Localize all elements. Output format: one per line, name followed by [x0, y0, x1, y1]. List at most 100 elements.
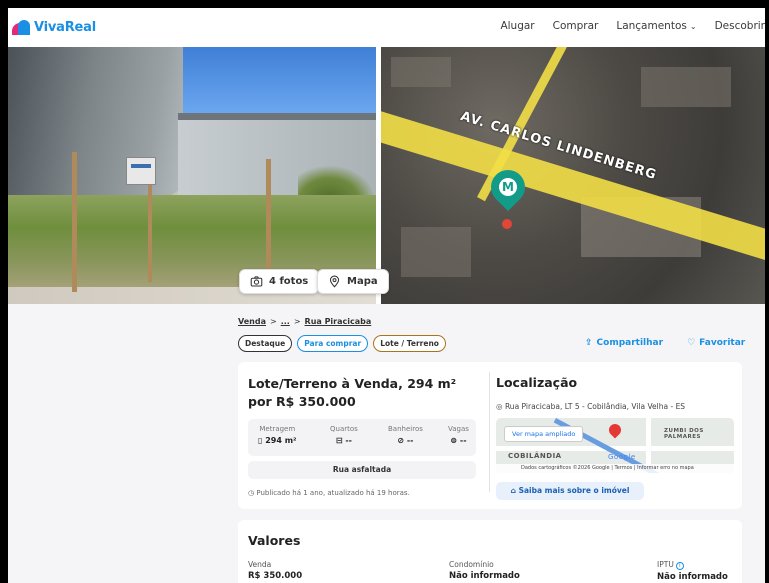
tag-destaque: Destaque: [238, 335, 293, 352]
stat-label: Vagas: [448, 425, 469, 433]
listing-card: Lote/Terreno à Venda, 294 m² por R$ 350.…: [238, 362, 742, 509]
fence-pole: [72, 152, 77, 292]
map-button[interactable]: Mapa: [317, 269, 389, 294]
camera-icon: [250, 276, 263, 287]
stat-value: ⊜ --: [448, 436, 469, 445]
nav-descobrir[interactable]: Descobrir: [715, 20, 765, 32]
tag-lote-terreno: Lote / Terreno: [373, 335, 446, 352]
shower-icon: ⊘: [397, 436, 405, 445]
map-footer[interactable]: Dados cartográficos ©2026 Google | Termo…: [496, 464, 734, 473]
stat-value-text: --: [459, 436, 467, 445]
more-info-button[interactable]: ⌂ Saiba mais sobre o imóvel: [496, 482, 644, 500]
fence-pole: [148, 182, 152, 282]
map-zumbi-label: ZUMBI DOS PALMARES: [664, 428, 704, 440]
stat-value: ⊘ --: [388, 436, 423, 445]
stat-value: ⊟ --: [330, 436, 358, 445]
value-iptu: IPTU i Não informado: [657, 560, 728, 582]
chevron-down-icon: ⌄: [689, 22, 697, 31]
nav-lancamentos[interactable]: Lançamentos ⌄: [616, 20, 696, 32]
top-header: VivaReal Alugar Comprar Lançamentos ⌄ Des…: [8, 8, 765, 47]
published-info: ◷ Publicado há 1 ano, atualizado há 19 h…: [248, 489, 410, 497]
breadcrumb-street[interactable]: Rua Piracicaba: [305, 317, 372, 326]
stat-quartos: Quartos ⊟ --: [330, 425, 358, 445]
location-map[interactable]: Ver mapa ampliado COBILÂNDIA ZUMBI DOS P…: [496, 418, 734, 473]
stat-value-text: 294 m²: [265, 436, 297, 445]
location-dot: [502, 219, 512, 229]
stat-vagas: Vagas ⊜ --: [448, 425, 469, 445]
lot-photo[interactable]: [8, 47, 376, 304]
block: [641, 67, 731, 107]
location-title: Localização: [496, 375, 578, 390]
value-amount: Não informado: [657, 572, 728, 582]
value-label: Venda: [248, 560, 272, 569]
stat-value-text: --: [345, 436, 352, 445]
clock-icon: ◷: [248, 489, 255, 497]
breadcrumb: Venda > ... > Rua Piracicaba: [238, 317, 371, 326]
value-venda: Venda R$ 350.000: [248, 560, 302, 581]
feature-rua-asfaltada: Rua asfaltada: [248, 461, 476, 479]
stat-value: ▯ 294 m²: [258, 436, 297, 445]
logo-text: VivaReal: [34, 20, 96, 35]
favorite-label: Favoritar: [699, 338, 746, 348]
location-pin-icon: [329, 275, 340, 288]
ruler-icon: ▯: [258, 436, 263, 445]
listing-tags: Destaque Para comprar Lote / Terreno: [238, 335, 446, 352]
photos-button[interactable]: 4 fotos: [239, 269, 320, 294]
stat-banheiros: Banheiros ⊘ --: [388, 425, 423, 445]
share-label: Compartilhar: [596, 338, 664, 348]
pin-outline-icon: ◎: [496, 402, 503, 411]
photos-button-label: 4 fotos: [269, 276, 309, 287]
heart-icon: ♡: [687, 338, 696, 348]
map-marker-icon: [606, 421, 624, 439]
logo-mark-icon: [12, 20, 30, 35]
nav-lancamentos-label: Lançamentos: [616, 20, 687, 32]
value-label: Condomínio: [449, 560, 494, 569]
listing-stats: Metragem ▯ 294 m² Quartos ⊟ -- Banheiros…: [248, 419, 476, 456]
block: [401, 227, 471, 277]
vivareal-logo[interactable]: VivaReal: [12, 20, 96, 35]
location-address: ◎ Rua Piracicaba, LT 5 - Cobilândia, Vil…: [496, 402, 685, 411]
map-button-label: Mapa: [347, 276, 378, 287]
breadcrumb-ellipsis[interactable]: ...: [281, 317, 290, 326]
address-text: Rua Piracicaba, LT 5 - Cobilândia, Vila …: [504, 402, 686, 411]
sale-sign: [126, 157, 156, 185]
info-icon[interactable]: i: [675, 562, 684, 570]
pin-letter: M: [499, 178, 517, 196]
favorite-button[interactable]: ♡ Favoritar: [687, 338, 745, 348]
page: VivaReal Alugar Comprar Lançamentos ⌄ Des…: [8, 8, 765, 583]
share-icon: ⇪: [585, 338, 593, 348]
home-icon: ⌂: [510, 486, 516, 495]
more-info-label: Saiba mais sobre o imóvel: [518, 486, 630, 495]
google-logo: Google: [608, 453, 636, 461]
breadcrumb-venda[interactable]: Venda: [238, 317, 266, 326]
nav-alugar[interactable]: Alugar: [500, 20, 534, 32]
breadcrumb-separator: >: [270, 317, 277, 326]
car-icon: ⊜: [450, 436, 458, 445]
breadcrumb-separator: >: [293, 317, 301, 326]
values-title: Valores: [248, 533, 301, 548]
listing-title: Lote/Terreno à Venda, 294 m² por R$ 350.…: [248, 376, 457, 409]
photo-gallery: AV. CARLOS LINDENBERG M 4 fotos Mapa: [8, 47, 765, 304]
warehouse-wall: [8, 47, 183, 197]
value-amount: Não informado: [449, 571, 520, 581]
satellite-photo[interactable]: AV. CARLOS LINDENBERG M: [381, 47, 765, 304]
bed-icon: ⊟: [335, 436, 343, 445]
listing-actions: ⇪ Compartilhar ♡ Favoritar: [585, 338, 745, 348]
card-divider: [489, 372, 490, 492]
value-label: IPTU: [657, 560, 674, 569]
iptu-label-row: IPTU i: [657, 560, 684, 570]
stat-metragem: Metragem ▯ 294 m²: [258, 425, 297, 445]
stat-label: Metragem: [259, 425, 296, 433]
view-larger-map-button[interactable]: Ver mapa ampliado: [504, 426, 584, 442]
stat-label: Banheiros: [388, 425, 423, 433]
value-amount: R$ 350.000: [248, 571, 303, 581]
value-condominio: Condomínio Não informado: [449, 560, 520, 581]
block: [391, 57, 451, 87]
share-button[interactable]: ⇪ Compartilhar: [585, 338, 663, 348]
values-card: Valores Venda R$ 350.000 Condomínio Não …: [238, 520, 742, 583]
stat-label: Quartos: [330, 425, 358, 433]
tag-para-comprar: Para comprar: [297, 335, 369, 352]
main-nav: Alugar Comprar Lançamentos ⌄ Descobrir: [500, 20, 765, 32]
nav-comprar[interactable]: Comprar: [553, 20, 599, 32]
published-text: Publicado há 1 ano, atualizado há 19 hor…: [256, 489, 410, 497]
